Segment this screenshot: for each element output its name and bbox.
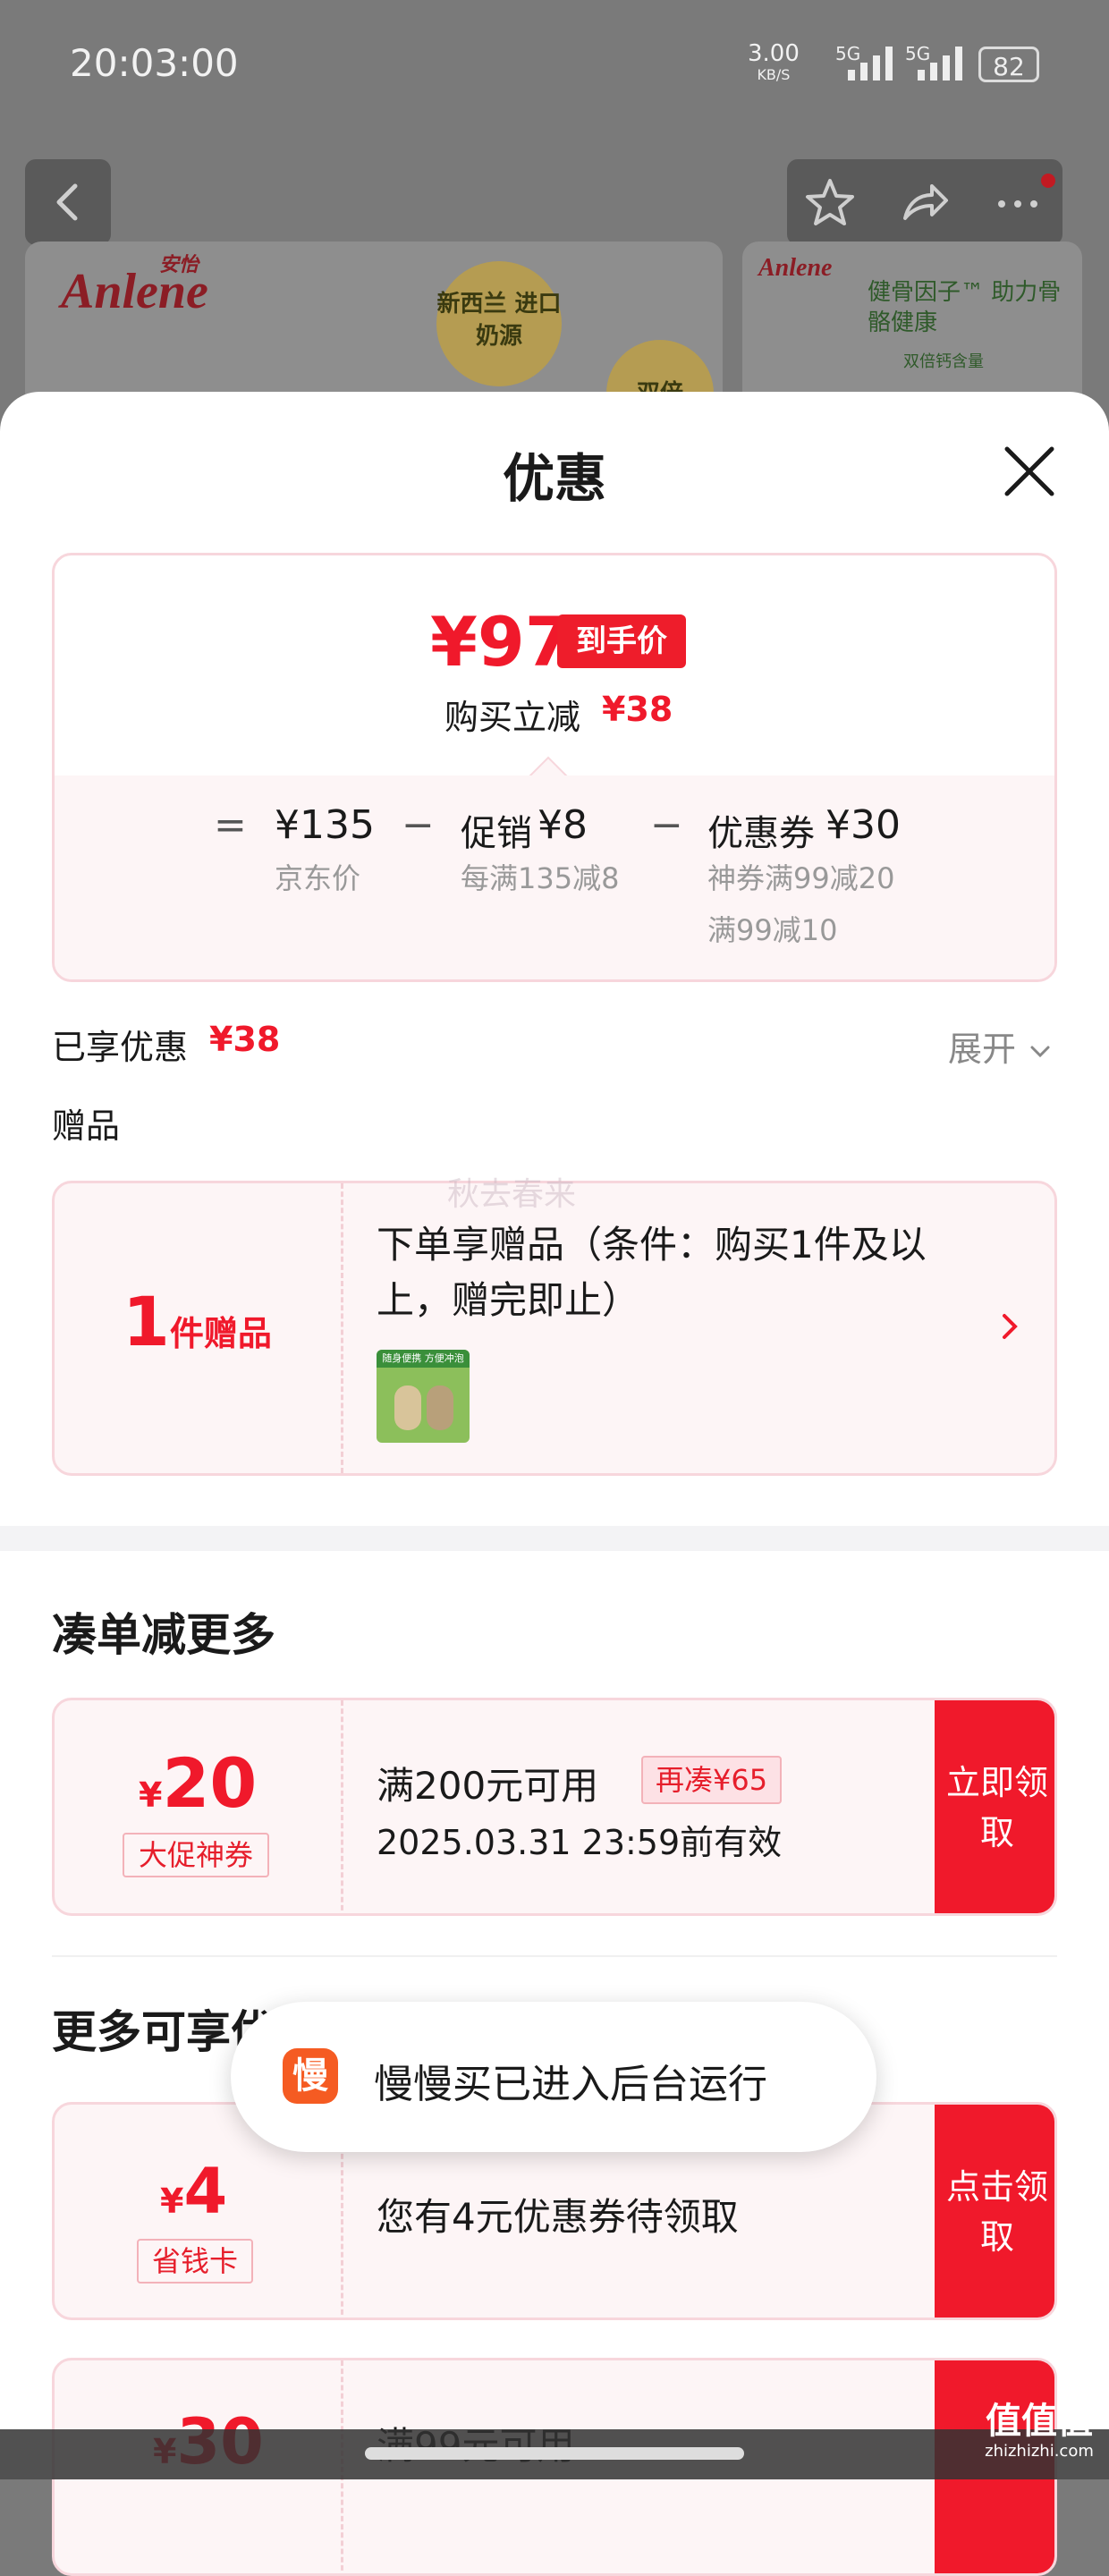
more-icon[interactable] — [986, 172, 1057, 233]
coupon-condition: 满200元可用 — [377, 1764, 599, 1808]
gift-count-number: 1 — [123, 1282, 170, 1361]
user-watermark: 秋去春来 — [447, 1176, 577, 1213]
gift-description: 下单享赠品（条件：购买1件及以上，赠完即止） — [377, 1223, 927, 1322]
more-section-title: 凑单减更多 — [52, 1609, 275, 1661]
pointer-arrow — [529, 756, 568, 777]
coupon-condition-2: 您有4元优惠券待领取 — [377, 2195, 739, 2239]
speed-value: 3.00 — [748, 40, 800, 67]
coupon-card: ¥20 大促神券 满200元可用 再凑¥65 2025.03.31 23:59前… — [52, 1698, 1057, 1916]
chevron-down-icon — [1030, 1046, 1050, 1057]
coupon-divider — [341, 1700, 343, 1913]
gift-thumbnail[interactable]: 随身便携 方便冲泡 — [377, 1350, 470, 1443]
status-bar: 20:03:00 3.00 KB/S 5G 5G 82 — [0, 0, 1109, 134]
cell-signal-2-icon: 5G — [905, 43, 968, 84]
discount-label: 购买立减 — [444, 698, 581, 737]
claim-coupon-button[interactable]: 立即领取 — [935, 1700, 1054, 1913]
minus-sign: − — [402, 802, 435, 848]
coupon-currency-2: ¥ — [160, 2182, 184, 2221]
enjoyed-value: ¥38 — [209, 1020, 281, 1059]
jd-price: ¥135 — [275, 802, 375, 848]
final-price: ¥97 — [430, 602, 572, 682]
card-divider — [341, 1183, 343, 1473]
coupon-amount: ¥20 — [139, 1743, 257, 1823]
promo-detail: 每满135减8 — [461, 861, 620, 895]
coupon-title: 优惠券 — [707, 813, 815, 854]
gift-thumbnail-caption: 随身便携 方便冲泡 — [377, 1350, 470, 1368]
banner2-text: 健骨因子™ 助力骨骼健康 — [868, 279, 1062, 336]
coupon-validity: 2025.03.31 23:59前有效 — [377, 1823, 783, 1862]
section-divider — [0, 1526, 1109, 1551]
final-price-tag: 到手价 — [557, 614, 686, 668]
top-actions — [787, 159, 1062, 245]
divider-line — [52, 1955, 1057, 1957]
battery-icon: 82 — [978, 47, 1039, 82]
close-icon[interactable] — [1000, 442, 1059, 501]
site-watermark: 值值值 zhizhizhi.com — [977, 2401, 1102, 2461]
watermark-logo: 值值值 — [986, 2401, 1093, 2442]
star-icon[interactable] — [800, 172, 860, 233]
app-icon: 慢 — [283, 2048, 338, 2104]
chevron-right-icon — [1003, 1314, 1018, 1339]
thumb-figure — [394, 1385, 421, 1430]
equals-sign: = — [214, 802, 247, 848]
share-icon[interactable] — [893, 172, 953, 233]
minus-sign-2: − — [650, 802, 683, 848]
price-breakdown-card: ¥97 到手价 购买立减 ¥38 = ¥135 京东价 − 促销 ¥8 每满13… — [52, 553, 1057, 982]
jd-price-label: 京东价 — [275, 861, 361, 895]
coupon-amount-number-2: 4 — [183, 2155, 228, 2228]
status-time: 20:03:00 — [70, 41, 239, 85]
background-toast: 慢 慢慢买已进入后台运行 — [231, 2002, 876, 2152]
expand-label: 展开 — [948, 1030, 1017, 1069]
network-speed: 3.00 KB/S — [748, 40, 800, 86]
discount-value: ¥38 — [602, 690, 673, 729]
gift-card[interactable]: 1件赠品 下单享赠品（条件：购买1件及以上，赠完即止） 随身便携 方便冲泡 — [52, 1181, 1057, 1476]
coupon-amount-number: 20 — [162, 1743, 258, 1823]
back-button[interactable] — [25, 159, 111, 245]
coupon-value: ¥30 — [825, 802, 901, 848]
expand-button[interactable]: 展开 — [948, 1021, 1054, 1071]
promo-title: 促销 — [461, 813, 532, 854]
gift-count-unit: 件赠品 — [169, 1314, 272, 1353]
price-formula: = ¥135 京东价 − 促销 ¥8 每满135减8 − 优惠券 ¥30 神券满… — [55, 756, 1054, 979]
coupon-detail-2: 满99减10 — [707, 913, 838, 947]
claim-coupon-button-2[interactable]: 点击领取 — [935, 2105, 1054, 2318]
promo-value: ¥8 — [538, 802, 588, 848]
coupon-detail-1: 神券满99减20 — [707, 861, 895, 895]
coupon-currency: ¥ — [139, 1775, 163, 1815]
coupon-type-tag-2: 省钱卡 — [137, 2239, 253, 2284]
badge-origin: 新西兰 进口奶源 — [436, 261, 562, 386]
watermark-url: zhizhizhi.com — [985, 2442, 1094, 2461]
enjoyed-label: 已享优惠 — [52, 1028, 189, 1067]
sheet-title: 优惠 — [502, 448, 606, 509]
banner2-sub: 双倍钙含量 — [903, 352, 984, 371]
gift-section-label: 赠品 — [52, 1106, 121, 1146]
toast-message: 慢慢买已进入后台运行 — [374, 2062, 767, 2107]
coupon-top-up-badge: 再凑¥65 — [641, 1756, 783, 1804]
brand-logo-2: Anlene — [758, 254, 833, 282]
coupon-amount-2: ¥4 — [160, 2155, 227, 2228]
cell-signal-icon: 5G — [835, 43, 898, 84]
home-indicator[interactable] — [365, 2447, 744, 2460]
coupon-type-tag: 大促神券 — [123, 1833, 269, 1877]
brand-logo-cn: 安怡 — [159, 253, 199, 275]
gift-count: 1件赠品 — [123, 1282, 272, 1361]
speed-unit: KB/S — [757, 66, 791, 83]
chevron-left-icon — [56, 183, 78, 221]
thumb-figure-2 — [427, 1385, 453, 1430]
